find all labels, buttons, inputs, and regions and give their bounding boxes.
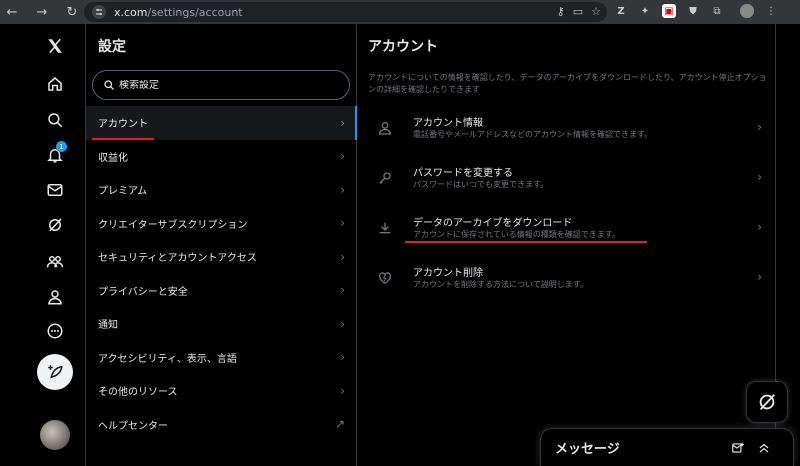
browser-toolbar: ← → ↻ x.com/settings/account ⚷ ▭ ☆ Z ✦ ▣… — [0, 0, 800, 24]
double-chevron-up-icon[interactable] — [757, 441, 771, 455]
site-settings-icon[interactable] — [92, 5, 106, 19]
menu-item-creator-subscriptions[interactable]: クリエイターサブスクリプション › — [86, 207, 357, 241]
menu-item-notifications[interactable]: 通知 › — [86, 307, 357, 341]
option-account-info[interactable]: アカウント情報 電話番号やメールアドレスなどのアカウント情報を確認できます。 › — [357, 106, 776, 156]
grok-floating-button[interactable] — [746, 381, 788, 423]
messages-drawer[interactable]: メッセージ — [540, 428, 794, 466]
settings-column: 設定 アカウント › 収益化 › プレミアム › クリエイターサブスクリプション › セ… — [86, 24, 357, 466]
option-download-archive[interactable]: データのアーカイブをダウンロード アカウントに保存されている情報の種類を確認でき… — [357, 206, 776, 256]
download-icon — [379, 222, 391, 234]
chevron-right-icon: › — [340, 249, 345, 264]
menu-item-label: 収益化 — [98, 152, 128, 164]
chevron-right-icon: › — [340, 283, 345, 298]
notifications-bell-icon[interactable]: 1 — [36, 141, 74, 167]
chevron-right-icon: › — [340, 383, 345, 398]
menu-item-monetization[interactable]: 収益化 › — [86, 140, 357, 174]
annotation-underline — [405, 241, 647, 243]
account-description: アカウントについての情報を確認したり、データのアーカイブをダウンロードしたり、ア… — [368, 73, 767, 94]
url-path: /settings/account — [147, 5, 243, 19]
back-icon[interactable]: ← — [0, 0, 24, 24]
menu-item-label: アクセシビリティ、表示、言語 — [98, 353, 237, 365]
grok-icon — [759, 394, 776, 410]
option-change-password[interactable]: パスワードを変更する パスワードはいつでも変更できます。 › — [357, 156, 776, 206]
url-host: x.com — [114, 5, 148, 19]
settings-search-input[interactable] — [119, 79, 319, 91]
menu-item-label: クリエイターサブスクリプション — [98, 219, 248, 231]
notification-badge: 1 — [56, 141, 67, 152]
menu-item-security[interactable]: セキュリティとアカウントアクセス › — [86, 240, 357, 274]
profile-avatar-icon[interactable] — [740, 4, 754, 18]
communities-icon[interactable] — [36, 250, 74, 274]
address-bar[interactable]: x.com/settings/account ⚷ ▭ ☆ — [84, 2, 607, 22]
option-subtitle: アカウントを削除する方法について説明します。 — [413, 280, 588, 289]
extension-shield-icon[interactable]: ⛊ — [686, 4, 700, 18]
broken-heart-icon — [379, 272, 391, 285]
menu-item-label: プレミアム — [98, 186, 148, 198]
key-icon — [379, 172, 391, 184]
cast-icon[interactable]: ▭ — [573, 5, 583, 18]
menu-item-label: 通知 — [98, 320, 118, 332]
key-icon[interactable]: ⚷ — [557, 5, 565, 18]
more-icon[interactable] — [36, 319, 74, 343]
chevron-right-icon: › — [340, 350, 345, 365]
chevron-right-icon: › — [340, 216, 345, 231]
menu-item-label: プライバシーと安全 — [98, 286, 188, 298]
grok-icon[interactable] — [36, 213, 74, 237]
account-detail-column: アカウント アカウントについての情報を確認したり、データのアーカイブをダウンロー… — [357, 24, 776, 466]
option-title: データのアーカイブをダウンロード — [413, 218, 573, 229]
option-title: アカウント削除 — [413, 268, 483, 279]
option-subtitle: アカウントに保存されている情報の種類を確認できます。 — [413, 230, 620, 239]
messages-envelope-icon[interactable] — [36, 178, 74, 202]
menu-item-label: セキュリティとアカウントアクセス — [98, 253, 257, 265]
option-title: アカウント情報 — [413, 118, 483, 129]
chevron-right-icon: › — [757, 220, 762, 234]
menu-kebab-icon[interactable]: ⋮ — [764, 4, 778, 18]
chevron-right-icon: › — [757, 270, 762, 284]
menu-item-label: アカウント — [98, 119, 148, 131]
chevron-right-icon: › — [340, 316, 345, 331]
x-logo-icon[interactable] — [36, 34, 74, 58]
home-icon[interactable] — [36, 72, 74, 96]
bookmark-star-icon[interactable]: ☆ — [591, 5, 601, 18]
menu-item-privacy[interactable]: プライバシーと安全 › — [86, 274, 357, 308]
account-avatar[interactable] — [40, 420, 70, 450]
chevron-right-icon: › — [757, 120, 762, 134]
menu-item-help-center[interactable]: ヘルプセンター ↗ — [86, 408, 357, 442]
option-title: パスワードを変更する — [413, 168, 513, 179]
profile-icon[interactable] — [36, 285, 74, 309]
settings-menu: アカウント › 収益化 › プレミアム › クリエイターサブスクリプション › セキュリ… — [86, 106, 357, 441]
messages-drawer-title: メッセージ — [555, 442, 620, 457]
feather-plus-icon — [48, 365, 63, 379]
settings-title: 設定 — [98, 39, 126, 55]
annotation-underline — [92, 138, 154, 140]
option-subtitle: 電話番号やメールアドレスなどのアカウント情報を確認できます。 — [413, 130, 653, 139]
extension-red-icon[interactable]: ▣ — [662, 4, 676, 18]
chevron-right-icon: › — [340, 149, 345, 164]
search-icon[interactable] — [36, 108, 74, 132]
option-delete-account[interactable]: アカウント削除 アカウントを削除する方法について説明します。 › — [357, 256, 776, 306]
search-icon — [104, 80, 114, 90]
menu-item-account[interactable]: アカウント › — [86, 106, 357, 140]
external-link-icon: ↗ — [334, 417, 345, 432]
menu-item-premium[interactable]: プレミアム › — [86, 173, 357, 207]
left-navigation: 1 — [0, 24, 86, 466]
chevron-right-icon: › — [757, 170, 762, 184]
extension-z-icon[interactable]: Z — [614, 4, 628, 18]
menu-item-additional-resources[interactable]: その他のリソース › — [86, 374, 357, 408]
menu-item-label: ヘルプセンター — [98, 420, 168, 432]
person-icon — [378, 122, 392, 135]
account-title: アカウント — [368, 39, 438, 55]
chevron-right-icon: › — [340, 182, 345, 197]
extension-puzzle-gray-icon[interactable]: ✦ — [638, 4, 652, 18]
new-message-icon[interactable] — [731, 441, 745, 455]
compose-post-button[interactable] — [37, 354, 73, 390]
settings-search[interactable] — [92, 70, 350, 100]
forward-icon[interactable]: → — [30, 0, 54, 24]
option-subtitle: パスワードはいつでも変更できます。 — [413, 180, 549, 189]
extensions-puzzle-icon[interactable]: ⧉ — [710, 4, 724, 18]
chevron-right-icon: › — [340, 115, 345, 130]
reload-icon[interactable]: ↻ — [60, 0, 84, 24]
menu-item-label: その他のリソース — [98, 387, 178, 399]
menu-item-accessibility[interactable]: アクセシビリティ、表示、言語 › — [86, 341, 357, 375]
